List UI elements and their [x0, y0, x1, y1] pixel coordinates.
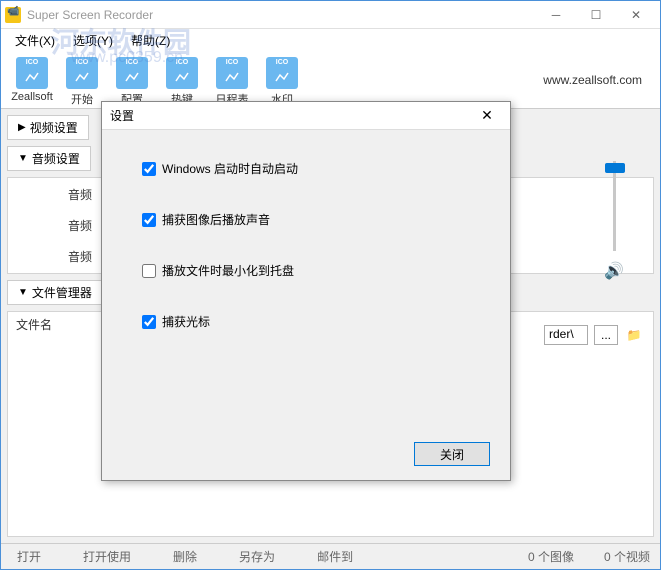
- audio-label-1: 音频: [22, 186, 92, 203]
- menu-help[interactable]: 帮助(Z): [123, 30, 178, 51]
- status-video-count: 0 个视频: [604, 548, 650, 565]
- checkbox-minimize[interactable]: [142, 264, 156, 278]
- status-image-count: 0 个图像: [528, 548, 574, 565]
- toolbar-start[interactable]: 开始: [59, 55, 105, 109]
- titlebar: Super Screen Recorder ─ ☐ ✕: [1, 1, 660, 29]
- toolbar-zeallsoft[interactable]: Zeallsoft: [9, 55, 55, 105]
- app-icon: [5, 7, 21, 23]
- option-sound[interactable]: 捕获图像后播放声音: [142, 211, 470, 228]
- dialog-close-button[interactable]: 关闭: [414, 442, 490, 466]
- maximize-button[interactable]: ☐: [576, 2, 616, 28]
- status-open-use[interactable]: 打开使用: [77, 546, 137, 567]
- volume-slider[interactable]: [599, 161, 629, 251]
- option-autostart[interactable]: Windows 启动时自动启动: [142, 160, 470, 177]
- chevron-down-icon: ▼: [18, 153, 28, 164]
- option-cursor[interactable]: 捕获光标: [142, 313, 470, 330]
- chevron-down-icon: ▼: [18, 287, 28, 298]
- status-delete[interactable]: 删除: [167, 546, 203, 567]
- menu-file[interactable]: 文件(X): [7, 30, 63, 51]
- open-folder-icon[interactable]: 📁: [624, 325, 644, 345]
- minimize-button[interactable]: ─: [536, 2, 576, 28]
- vendor-url[interactable]: www.zeallsoft.com: [543, 73, 642, 87]
- menu-options[interactable]: 选项(Y): [65, 30, 121, 51]
- checkbox-cursor[interactable]: [142, 315, 156, 329]
- close-button[interactable]: ✕: [616, 2, 656, 28]
- status-mail[interactable]: 邮件到: [311, 546, 359, 567]
- option-minimize[interactable]: 播放文件时最小化到托盘: [142, 262, 470, 279]
- audio-label-2: 音频: [22, 217, 92, 234]
- checkbox-autostart[interactable]: [142, 162, 156, 176]
- status-save-as[interactable]: 另存为: [233, 546, 281, 567]
- window-title: Super Screen Recorder: [27, 8, 536, 22]
- menubar: 文件(X) 选项(Y) 帮助(Z): [1, 29, 660, 51]
- checkbox-sound[interactable]: [142, 213, 156, 227]
- browse-button[interactable]: ...: [594, 325, 618, 345]
- section-video-toggle[interactable]: ▶视频设置: [7, 115, 89, 140]
- path-field[interactable]: rder\: [544, 325, 588, 345]
- status-open[interactable]: 打开: [11, 546, 47, 567]
- settings-dialog: 设置 ✕ Windows 启动时自动启动 捕获图像后播放声音 播放文件时最小化到…: [101, 101, 511, 481]
- section-audio-toggle[interactable]: ▼音频设置: [7, 146, 91, 171]
- speaker-icon[interactable]: 🔊: [604, 261, 624, 281]
- audio-label-3: 音频: [22, 248, 92, 265]
- dialog-title: 设置: [110, 107, 472, 124]
- dialog-close-icon[interactable]: ✕: [472, 104, 502, 128]
- chevron-right-icon: ▶: [18, 122, 26, 133]
- section-files-toggle[interactable]: ▼文件管理器: [7, 280, 103, 305]
- statusbar: 打开 打开使用 删除 另存为 邮件到 0 个图像 0 个视频: [1, 543, 660, 569]
